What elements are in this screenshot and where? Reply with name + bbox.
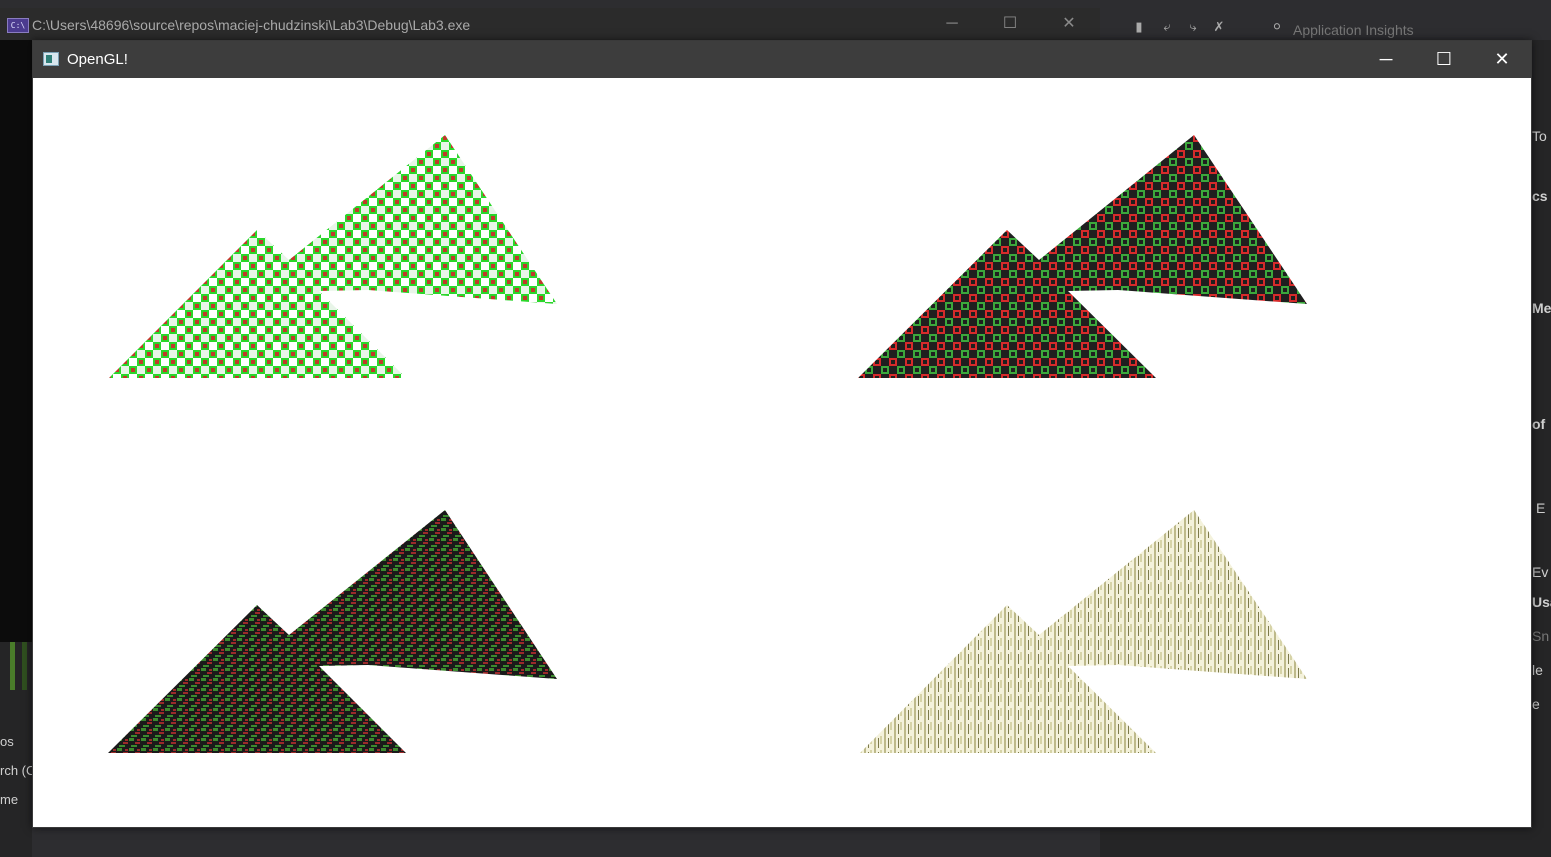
mountain-top-right (858, 135, 1307, 378)
clear-bookmarks-icon[interactable]: ✗ (1212, 20, 1226, 34)
strip-item[interactable]: To (1532, 128, 1547, 144)
console-minimize-button[interactable]: ─ (923, 8, 981, 40)
left-panel-item[interactable]: me (0, 792, 18, 807)
left-panel-item[interactable]: os (0, 734, 14, 749)
opengl-window-title: OpenGL! (67, 51, 128, 68)
mountain-bottom-left (108, 510, 557, 753)
console-window-title: C:\Users\48696\source\repos\maciej-chudz… (32, 17, 471, 33)
strip-item[interactable]: of (1532, 416, 1545, 432)
strip-item[interactable]: Usa (1532, 594, 1551, 610)
console-close-button[interactable]: ✕ (1040, 8, 1098, 40)
application-insights-button[interactable]: Application Insights (1293, 22, 1414, 38)
left-panel-item[interactable]: rch (C (0, 763, 32, 778)
close-button[interactable]: ✕ (1473, 41, 1531, 78)
opengl-render-canvas[interactable] (33, 78, 1531, 827)
opengl-window: OpenGL! ─ ☐ ✕ (32, 40, 1532, 828)
ide-right-strip: To cs Me of E Ev Usa Sn le e (1532, 120, 1551, 740)
strip-item[interactable]: e (1532, 696, 1540, 712)
console-app-icon: C:\ (7, 18, 29, 33)
opengl-render-svg (108, 135, 1307, 753)
maximize-button[interactable]: ☐ (1415, 41, 1473, 78)
window-app-icon (43, 52, 59, 66)
next-bookmark-icon[interactable]: ⤷ (1186, 20, 1200, 34)
bookmark-icon[interactable]: ▮ (1132, 20, 1146, 34)
strip-item[interactable]: Me (1532, 300, 1551, 316)
lightbulb-icon: ⚪ (1271, 19, 1283, 34)
ide-left-panel: os rch (C me (0, 640, 32, 857)
console-maximize-button[interactable]: ☐ (981, 8, 1039, 40)
strip-item[interactable]: E (1536, 500, 1545, 516)
mountain-top-left (109, 135, 557, 378)
console-titlebar[interactable]: C:\ C:\Users\48696\source\repos\maciej-c… (0, 8, 1100, 40)
minimize-button[interactable]: ─ (1357, 41, 1415, 78)
strip-item[interactable]: le (1532, 662, 1543, 678)
opengl-titlebar[interactable]: OpenGL! ─ ☐ ✕ (33, 41, 1531, 78)
strip-item[interactable]: Sn (1532, 628, 1549, 644)
strip-item[interactable]: cs (1532, 188, 1548, 204)
strip-item[interactable]: Ev (1532, 564, 1548, 580)
mountain-bottom-right (860, 510, 1307, 753)
prev-bookmark-icon[interactable]: ⤶ (1160, 20, 1174, 34)
